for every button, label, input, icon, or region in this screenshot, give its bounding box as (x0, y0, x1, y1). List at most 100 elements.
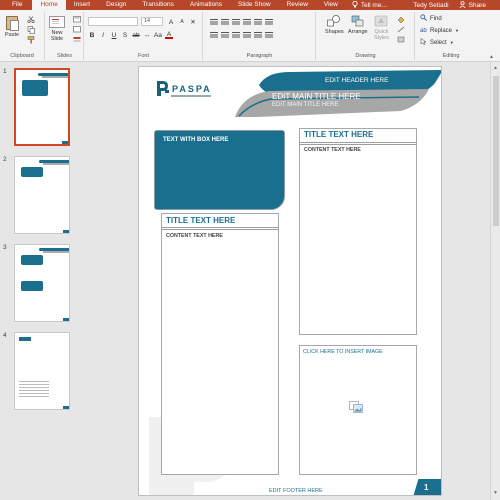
underline-icon[interactable]: U (110, 31, 118, 39)
tab-slide-show[interactable]: Slide Show (230, 0, 279, 10)
strikethrough-icon[interactable]: ab (132, 31, 140, 39)
right-title-divider (299, 144, 417, 145)
tell-me-box[interactable]: Tell me... (346, 0, 393, 10)
user-name[interactable]: Tedy Setiadi (413, 2, 448, 9)
font-color-icon[interactable]: A (165, 31, 173, 39)
insert-image-label[interactable]: CLICK HERE TO INSERT IMAGE (303, 349, 383, 355)
main-subtitle-placeholder[interactable]: EDIT MAIN TITLE HERE (272, 102, 338, 108)
tab-home[interactable]: Home (32, 0, 66, 10)
text-direction-icon[interactable] (265, 18, 273, 26)
tab-animations[interactable]: Animations (182, 0, 230, 10)
thumb-footer-tab (63, 318, 69, 321)
shrink-font-icon[interactable]: A (178, 18, 186, 26)
right-column-frame[interactable] (299, 128, 417, 335)
shapes-label: Shapes (325, 29, 344, 35)
line-spacing-icon[interactable] (254, 18, 262, 26)
tab-view[interactable]: View (316, 0, 346, 10)
clear-format-icon[interactable]: ✕ (189, 18, 197, 26)
tab-transitions[interactable]: Transitions (134, 0, 182, 10)
arrange-label: Arrange (348, 29, 368, 35)
thumb-header-stripe (43, 163, 69, 165)
header-placeholder[interactable]: EDIT HEADER HERE (325, 77, 388, 84)
shape-effects-icon[interactable] (397, 36, 406, 43)
font-size-value: 14 (144, 18, 151, 24)
footer-placeholder[interactable]: EDIT FOOTER HERE (269, 488, 323, 494)
bold-icon[interactable]: B (88, 31, 96, 39)
drawing-group-label: Drawing (355, 53, 376, 59)
thumb-teal-box (21, 255, 43, 265)
bullets-icon[interactable] (210, 18, 218, 26)
vertical-scrollbar[interactable]: ▲ ▼ (490, 62, 500, 500)
select-button[interactable]: Select ▼ (420, 38, 454, 47)
format-painter-icon[interactable] (27, 36, 36, 44)
left-column-frame[interactable] (161, 213, 279, 475)
thumbnail-number: 4 (3, 332, 7, 339)
shape-fill-icon[interactable] (397, 16, 406, 24)
scroll-up-icon[interactable]: ▲ (493, 65, 498, 71)
slide-canvas[interactable]: PASPA EDIT HEADER HERE EDIT MAIN TITLE H… (138, 66, 442, 496)
align-center-icon[interactable] (221, 31, 229, 39)
char-spacing-icon[interactable]: ↔ (143, 31, 151, 39)
tab-review[interactable]: Review (279, 0, 316, 10)
italic-icon[interactable]: I (99, 31, 107, 39)
replace-button[interactable]: ab Replace ▼ (420, 26, 459, 35)
copy-icon[interactable] (27, 26, 36, 34)
main-title-placeholder[interactable]: EDIT MAIN TITLE HERE (272, 92, 361, 101)
increase-indent-icon[interactable] (243, 18, 251, 26)
thumb-footer-tab (63, 406, 69, 409)
grow-font-icon[interactable]: A (167, 18, 175, 26)
shapes-button[interactable]: Shapes (325, 15, 344, 35)
smartart-icon[interactable] (265, 31, 273, 39)
text-box-teal[interactable]: TEXT WITH BOX HERE (154, 130, 285, 210)
reset-icon[interactable] (73, 26, 82, 33)
teal-box-text: TEXT WITH BOX HERE (163, 137, 229, 143)
page-number[interactable]: 1 (424, 483, 428, 492)
numbering-icon[interactable] (221, 18, 229, 26)
slide-thumbnail-4[interactable] (14, 332, 70, 410)
shadow-icon[interactable]: S (121, 31, 129, 39)
paragraph-group-label: Paragraph (246, 53, 273, 59)
decrease-indent-icon[interactable] (232, 18, 240, 26)
paragraph-group: Paragraph (204, 12, 316, 60)
align-right-icon[interactable] (232, 31, 240, 39)
font-name-field[interactable] (88, 17, 138, 26)
right-title-placeholder[interactable]: TITLE TEXT HERE (304, 130, 373, 139)
new-slide-button[interactable]: New Slide (49, 16, 65, 42)
slide-thumbnail-1[interactable] (14, 68, 70, 146)
tab-file[interactable]: File (0, 0, 32, 10)
scroll-down-icon[interactable]: ▼ (493, 490, 498, 496)
tab-design[interactable]: Design (98, 0, 134, 10)
share-button[interactable]: Share (459, 0, 486, 10)
thumb-teal-box (21, 167, 43, 177)
cut-icon[interactable] (27, 16, 36, 24)
shape-outline-icon[interactable] (397, 26, 406, 33)
replace-icon: ab (420, 26, 427, 35)
thumb-header-stripe (43, 251, 69, 253)
justify-icon[interactable] (243, 31, 251, 39)
slide-thumbnail-pane: 1 2 3 4 (0, 62, 83, 500)
collapse-ribbon-icon[interactable]: ▲ (489, 54, 494, 60)
tab-insert[interactable]: Insert (66, 0, 98, 10)
left-title-placeholder[interactable]: TITLE TEXT HERE (166, 216, 235, 225)
svg-text:ab: ab (420, 28, 427, 33)
paste-button[interactable]: Paste (5, 16, 19, 38)
change-case-icon[interactable]: Aa (154, 31, 162, 39)
align-left-icon[interactable] (210, 31, 218, 39)
clipboard-group-label: Clipboard (10, 53, 34, 59)
quick-styles-button[interactable]: Quick Styles (374, 15, 389, 41)
columns-icon[interactable] (254, 31, 262, 39)
font-size-field[interactable]: 14 (141, 17, 163, 26)
section-icon[interactable] (73, 36, 82, 43)
search-icon (420, 14, 427, 23)
arrange-button[interactable]: Arrange (348, 15, 368, 35)
picture-icon[interactable] (349, 401, 363, 413)
scrollbar-thumb[interactable] (493, 76, 499, 226)
slide-thumbnail-2[interactable] (14, 156, 70, 234)
left-content-placeholder[interactable]: CONTENT TEXT HERE (166, 233, 223, 239)
right-content-placeholder[interactable]: CONTENT TEXT HERE (304, 147, 361, 153)
find-button[interactable]: Find (420, 14, 442, 23)
logo-tagline-line (171, 95, 211, 97)
layout-icon[interactable] (73, 16, 82, 23)
list-buttons (210, 18, 273, 26)
slide-thumbnail-3[interactable] (14, 244, 70, 322)
